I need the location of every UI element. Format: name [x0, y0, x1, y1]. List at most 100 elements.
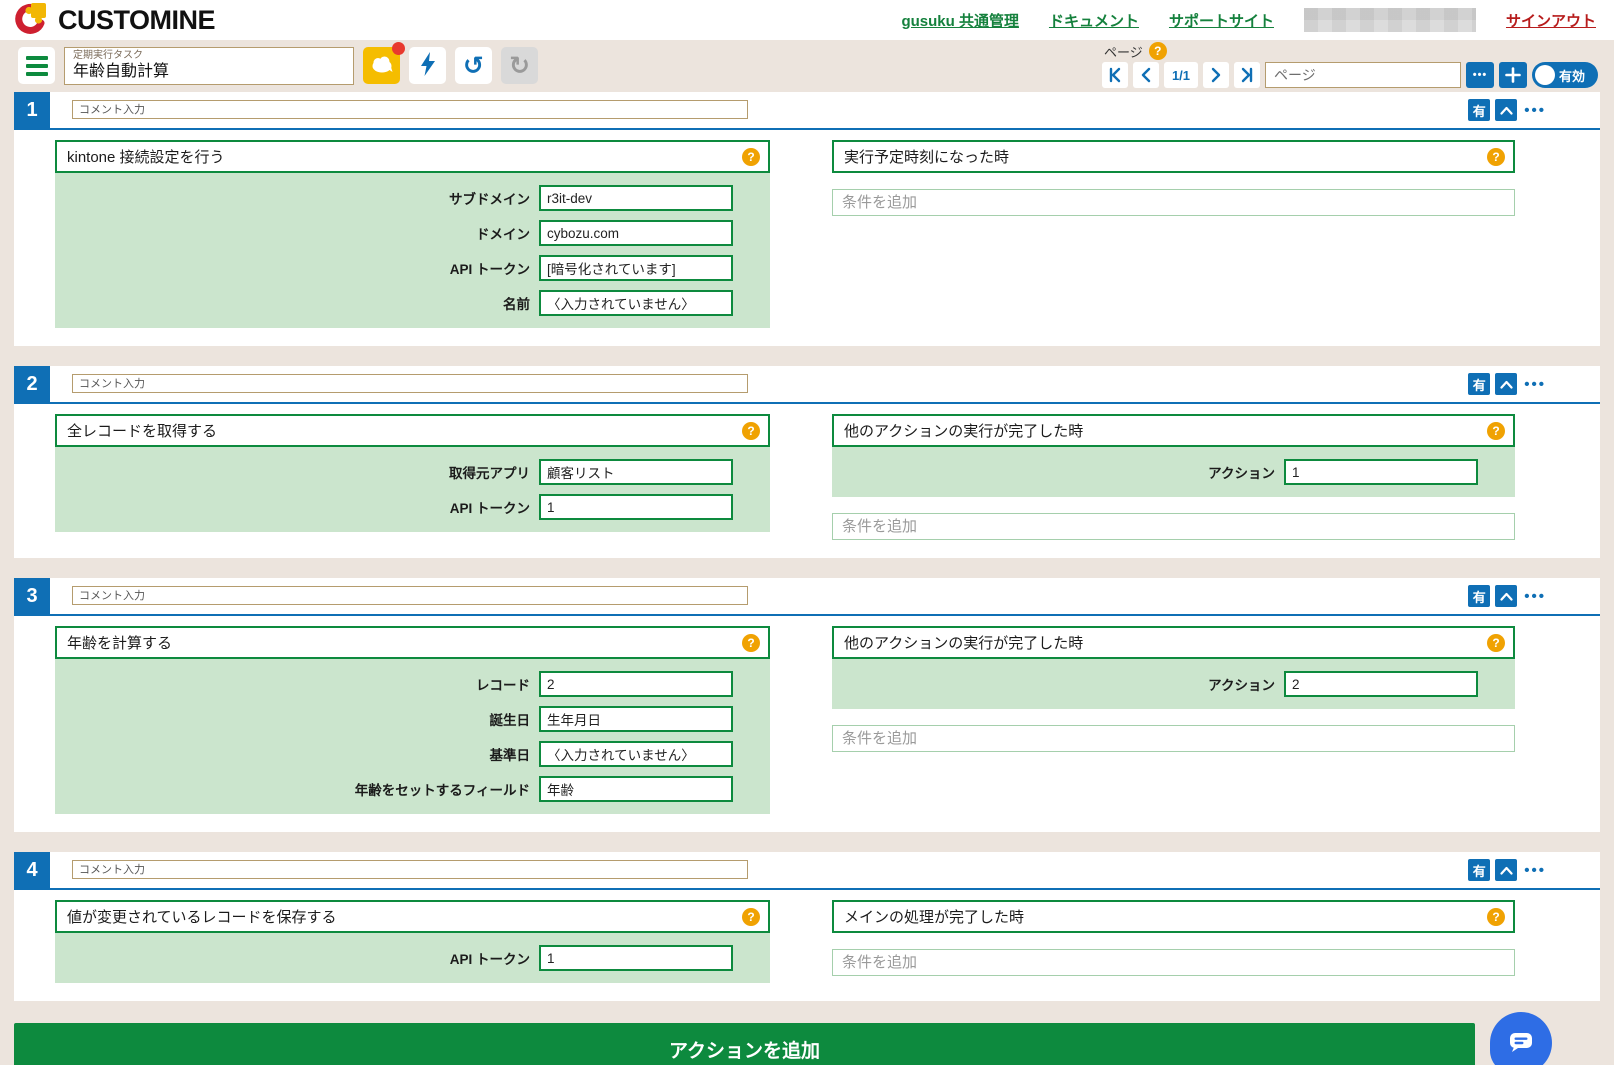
puzzle-logo-icon: [14, 0, 50, 41]
enabled-badge-button[interactable]: 有: [1468, 99, 1490, 121]
card-more-button[interactable]: •••: [1522, 377, 1548, 392]
trigger-fields: アクション: [832, 659, 1515, 709]
prev-page-button[interactable]: [1133, 62, 1159, 88]
comment-input[interactable]: [72, 860, 748, 879]
task-name-field[interactable]: 定期実行タスク: [64, 47, 354, 85]
next-page-button[interactable]: [1203, 62, 1229, 88]
field-input-record[interactable]: [539, 671, 733, 697]
field-row: ドメイン: [55, 220, 733, 246]
action-title-bar[interactable]: 値が変更されているレコードを保存する ?: [55, 900, 770, 933]
action-panel: 年齢を計算する ? レコード 誕生日 基準日: [55, 626, 770, 814]
field-input-domain[interactable]: [539, 220, 733, 246]
nav-link-support-site[interactable]: サポートサイト: [1169, 10, 1274, 31]
action-card-4: 4 有 ••• 値が変更されているレコードを保存する ?: [14, 852, 1600, 1001]
field-label: 年齢をセットするフィールド: [355, 779, 530, 799]
action-fields: 取得元アプリ API トークン: [55, 447, 770, 532]
field-input-base-date[interactable]: [539, 741, 733, 767]
toggle-knob-icon: [1535, 65, 1555, 85]
header-nav: gusuku 共通管理 ドキュメント サポートサイト サインアウト: [901, 8, 1596, 32]
redo-button[interactable]: ↻: [501, 47, 538, 84]
action-help-icon[interactable]: ?: [742, 634, 760, 652]
trigger-fields: アクション: [832, 447, 1515, 497]
trigger-help-icon[interactable]: ?: [1487, 422, 1505, 440]
collapse-button[interactable]: [1495, 585, 1517, 607]
field-input-api-token[interactable]: [539, 255, 733, 281]
trigger-title-bar[interactable]: 他のアクションの実行が完了した時 ?: [832, 414, 1515, 447]
field-input-action-ref[interactable]: [1284, 671, 1478, 697]
card-controls: 有 •••: [1468, 859, 1548, 881]
action-help-icon[interactable]: ?: [742, 148, 760, 166]
field-input-source-app[interactable]: [539, 459, 733, 485]
enabled-badge-button[interactable]: 有: [1468, 585, 1490, 607]
collapse-button[interactable]: [1495, 99, 1517, 121]
cloud-upload-icon: [369, 55, 395, 76]
add-condition-input[interactable]: [832, 189, 1515, 216]
field-input-api-token[interactable]: [539, 945, 733, 971]
redo-icon: ↻: [509, 53, 530, 78]
card-more-button[interactable]: •••: [1522, 103, 1548, 118]
enabled-toggle[interactable]: 有効: [1532, 62, 1598, 88]
add-condition-input[interactable]: [832, 725, 1515, 752]
top-header: CUSTOMINE gusuku 共通管理 ドキュメント サポートサイト サイン…: [0, 0, 1614, 40]
card-4-body: 値が変更されているレコードを保存する ? API トークン メインの処理が完了し…: [14, 890, 1600, 1001]
field-input-birthday[interactable]: [539, 706, 733, 732]
add-action-button[interactable]: アクションを追加: [14, 1023, 1475, 1065]
trigger-help-icon[interactable]: ?: [1487, 148, 1505, 166]
trigger-title: メインの処理が完了した時: [844, 906, 1024, 927]
add-condition-input[interactable]: [832, 949, 1515, 976]
action-title: 値が変更されているレコードを保存する: [67, 906, 337, 927]
field-row: API トークン: [55, 945, 733, 971]
hamburger-icon: [26, 56, 48, 76]
field-input-name[interactable]: [539, 290, 733, 316]
card-more-button[interactable]: •••: [1522, 589, 1548, 604]
chat-launcher-button[interactable]: [1490, 1012, 1552, 1065]
last-page-button[interactable]: [1234, 62, 1260, 88]
trigger-help-icon[interactable]: ?: [1487, 634, 1505, 652]
signout-link[interactable]: サインアウト: [1506, 10, 1596, 31]
action-title: 年齢を計算する: [67, 632, 172, 653]
field-input-subdomain[interactable]: [539, 185, 733, 211]
comment-input[interactable]: [72, 374, 748, 393]
first-page-button[interactable]: [1102, 62, 1128, 88]
action-title-bar[interactable]: 全レコードを取得する ?: [55, 414, 770, 447]
collapse-button[interactable]: [1495, 373, 1517, 395]
action-fields: API トークン: [55, 933, 770, 983]
field-input-api-token[interactable]: [539, 494, 733, 520]
enabled-badge-button[interactable]: 有: [1468, 859, 1490, 881]
field-label: API トークン: [450, 258, 530, 278]
action-number-badge: 2: [14, 366, 50, 402]
action-help-icon[interactable]: ?: [742, 422, 760, 440]
menu-button[interactable]: [18, 47, 55, 84]
action-title-bar[interactable]: 年齢を計算する ?: [55, 626, 770, 659]
nav-link-documents[interactable]: ドキュメント: [1049, 10, 1139, 31]
nav-link-gusuku-admin[interactable]: gusuku 共通管理: [901, 10, 1019, 31]
run-button[interactable]: [409, 47, 446, 84]
task-name-input[interactable]: [73, 62, 345, 82]
field-label: サブドメイン: [449, 188, 530, 208]
collapse-button[interactable]: [1495, 859, 1517, 881]
page-more-button[interactable]: •••: [1466, 62, 1494, 88]
card-more-button[interactable]: •••: [1522, 863, 1548, 878]
toggle-label: 有効: [1559, 66, 1585, 85]
field-label: 名前: [503, 293, 530, 313]
field-input-action-ref[interactable]: [1284, 459, 1478, 485]
action-panel: 値が変更されているレコードを保存する ? API トークン: [55, 900, 770, 983]
field-label: API トークン: [450, 497, 530, 517]
comment-input[interactable]: [72, 586, 748, 605]
field-input-age-field[interactable]: [539, 776, 733, 802]
trigger-help-icon[interactable]: ?: [1487, 908, 1505, 926]
trigger-title-bar[interactable]: メインの処理が完了した時 ?: [832, 900, 1515, 933]
undo-button[interactable]: ↺: [455, 47, 492, 84]
comment-input[interactable]: [72, 100, 748, 119]
save-button[interactable]: [363, 47, 400, 84]
trigger-title-bar[interactable]: 実行予定時刻になった時 ?: [832, 140, 1515, 173]
action-help-icon[interactable]: ?: [742, 908, 760, 926]
field-row: サブドメイン: [55, 185, 733, 211]
add-condition-input[interactable]: [832, 513, 1515, 540]
enabled-badge-button[interactable]: 有: [1468, 373, 1490, 395]
page-name-input[interactable]: [1265, 62, 1461, 88]
page-help-icon[interactable]: ?: [1149, 42, 1167, 60]
add-page-button[interactable]: [1499, 62, 1527, 88]
action-title-bar[interactable]: kintone 接続設定を行う ?: [55, 140, 770, 173]
trigger-title-bar[interactable]: 他のアクションの実行が完了した時 ?: [832, 626, 1515, 659]
